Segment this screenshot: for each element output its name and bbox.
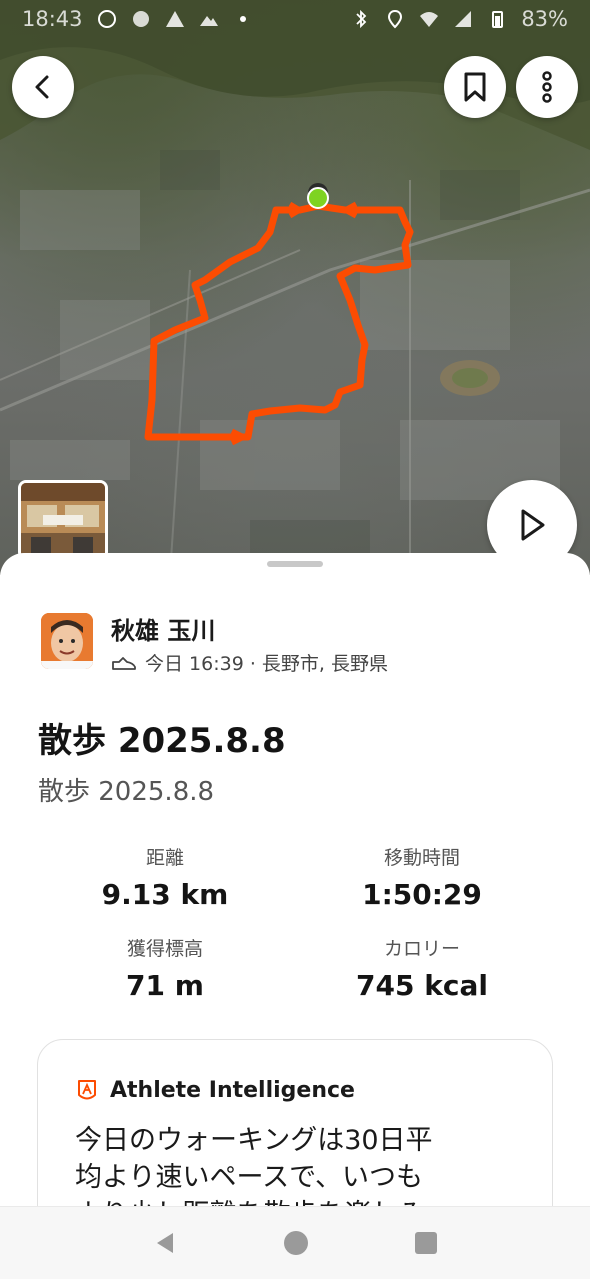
stat-moving-time-label: 移動時間 bbox=[383, 847, 460, 869]
stat-elevation-label: 獲得標高 bbox=[126, 938, 203, 960]
athlete-avatar[interactable] bbox=[41, 613, 93, 669]
activity-description: 散歩 2025.8.8 bbox=[38, 777, 215, 807]
mountain-icon bbox=[199, 16, 218, 26]
ai-body-line: 均より速いペースで、いつも bbox=[75, 1162, 424, 1193]
activity-date-location: 今日 16:39 · 長野市, 長野県 bbox=[145, 653, 388, 675]
status-time: 18:43 bbox=[22, 7, 83, 31]
wifi-icon bbox=[420, 12, 439, 27]
athlete-intelligence-title: Athlete Intelligence bbox=[110, 1078, 355, 1103]
stat-distance-label: 距離 bbox=[145, 847, 184, 869]
bookmark-button[interactable] bbox=[444, 56, 506, 118]
warning-icon bbox=[165, 11, 184, 27]
stat-distance: 距離 9.13 km bbox=[45, 843, 285, 911]
stat-elevation-value: 71 m bbox=[126, 969, 204, 1002]
more-options-button[interactable] bbox=[516, 56, 578, 118]
app-icon bbox=[132, 11, 149, 27]
battery-icon bbox=[492, 11, 504, 28]
play-icon bbox=[521, 509, 545, 541]
bluetooth-icon bbox=[356, 9, 367, 29]
route-map[interactable]: 18:43 83% bbox=[0, 0, 590, 575]
nav-back-icon[interactable] bbox=[151, 1229, 179, 1257]
avatar-photo bbox=[41, 613, 93, 669]
more-vertical-icon bbox=[542, 71, 552, 103]
bookmark-icon bbox=[464, 72, 486, 102]
ai-body-line: 今日のウォーキングは30日平 bbox=[75, 1125, 433, 1156]
stat-elevation: 獲得標高 71 m bbox=[45, 934, 285, 1002]
stat-calories-value: 745 kcal bbox=[356, 969, 488, 1002]
athlete-name[interactable]: 秋雄 玉川 bbox=[111, 611, 215, 646]
activity-title: 散歩 2025.8.8 bbox=[38, 721, 286, 761]
activity-details-sheet[interactable]: 秋雄 玉川 今日 16:39 · 長野市, 長野県 散歩 2025.8.8 散歩… bbox=[0, 553, 590, 1239]
nav-home-icon[interactable] bbox=[281, 1228, 311, 1258]
stat-calories: カロリー 745 kcal bbox=[302, 934, 542, 1002]
nav-recents-icon[interactable] bbox=[413, 1230, 439, 1256]
athlete-intelligence-header: Athlete Intelligence bbox=[76, 1078, 355, 1103]
athlete-intelligence-icon bbox=[78, 1079, 96, 1099]
stat-distance-value: 9.13 km bbox=[101, 878, 229, 911]
activity-photo-thumbnail[interactable] bbox=[18, 480, 108, 560]
activity-meta: 今日 16:39 · 長野市, 長野県 bbox=[111, 649, 388, 676]
storefront-photo bbox=[21, 483, 105, 557]
chevron-left-icon bbox=[35, 75, 49, 99]
status-bar: 18:43 83% bbox=[0, 0, 590, 38]
shoe-icon bbox=[112, 656, 136, 670]
stat-calories-label: カロリー bbox=[383, 938, 460, 960]
dot-icon bbox=[239, 16, 246, 22]
notification-icon bbox=[97, 10, 116, 28]
stat-moving-time: 移動時間 1:50:29 bbox=[302, 843, 542, 911]
battery-percent: 83% bbox=[521, 7, 568, 31]
sheet-drag-handle[interactable] bbox=[267, 561, 323, 567]
system-navigation-bar bbox=[0, 1206, 590, 1279]
location-icon bbox=[388, 9, 403, 29]
signal-icon bbox=[455, 11, 472, 27]
back-button[interactable] bbox=[12, 56, 74, 118]
stat-moving-time-value: 1:50:29 bbox=[362, 878, 482, 911]
